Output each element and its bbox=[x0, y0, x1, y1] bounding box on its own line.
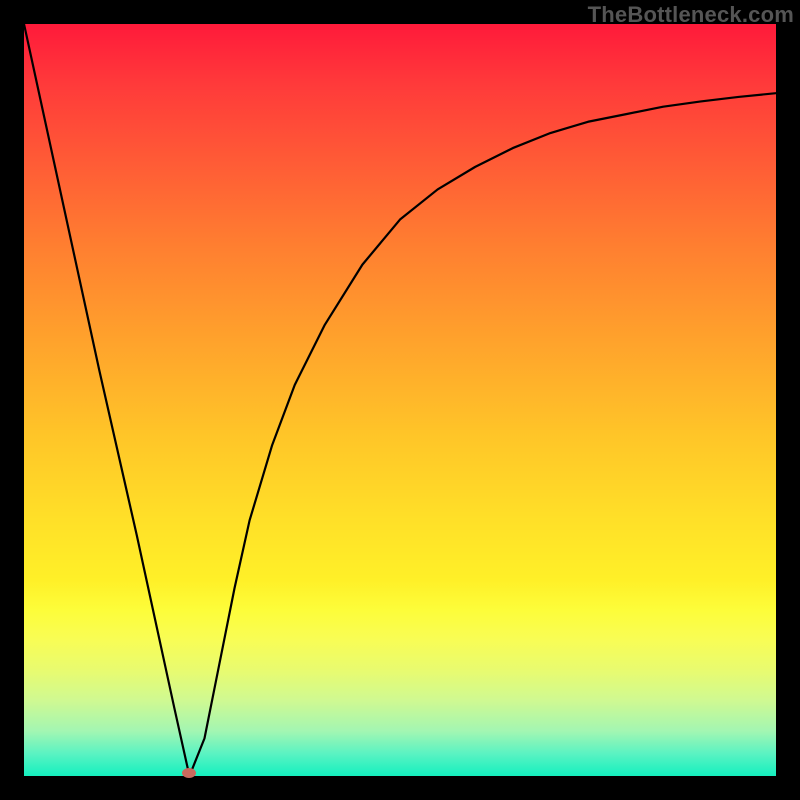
curve-vertex-marker bbox=[182, 768, 196, 778]
bottleneck-curve bbox=[24, 24, 776, 776]
plot-area bbox=[24, 24, 776, 776]
